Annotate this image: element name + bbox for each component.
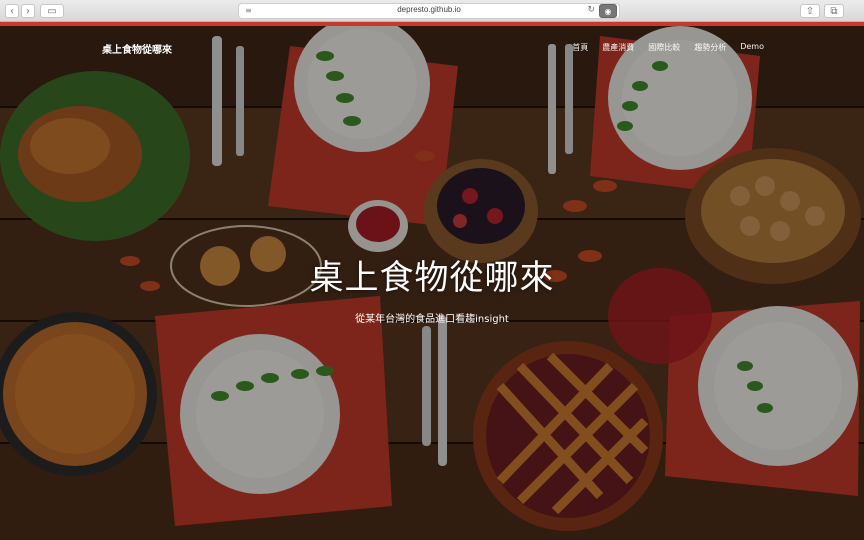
sidebar-button[interactable]: ▭ (40, 4, 64, 18)
nav-item-international[interactable]: 國際比較 (648, 42, 680, 53)
site-brand[interactable]: 桌上食物從哪來 (102, 41, 172, 56)
share-icon: ⇧ (805, 5, 815, 17)
forward-button[interactable]: › (21, 4, 35, 18)
back-button[interactable]: ‹ (5, 4, 19, 18)
back-icon: ‹ (10, 5, 14, 17)
url-text: depresto.github.io (397, 5, 461, 14)
site-nav: 首頁 農產消費 國際比較 趨勢分析 Demo (572, 42, 764, 53)
sidebar-icon: ▭ (47, 5, 57, 17)
nav-item-consumption[interactable]: 農產消費 (602, 42, 634, 53)
hero-title: 桌上食物從哪來 (309, 258, 555, 298)
nav-item-trends[interactable]: 趨勢分析 (694, 42, 726, 53)
share-button[interactable]: ⇧ (800, 4, 820, 18)
tabs-icon: ⧉ (830, 5, 838, 17)
forward-icon: › (26, 5, 30, 17)
reload-icon[interactable]: ↻ (587, 5, 595, 15)
browser-toolbar: ‹ › ▭ ≡ depresto.github.io ↻ ◉ ⇧ ⧉ (0, 0, 864, 22)
tabs-button[interactable]: ⧉ (824, 4, 844, 18)
hero-subtitle: 從某年台灣的食品進口看趨insight (355, 314, 509, 325)
address-bar[interactable]: ≡ depresto.github.io ↻ (238, 3, 620, 19)
extension-icon: ◉ (604, 6, 612, 16)
nav-item-home[interactable]: 首頁 (572, 42, 588, 53)
extension-button[interactable]: ◉ (599, 4, 617, 18)
nav-item-demo[interactable]: Demo (740, 42, 764, 53)
